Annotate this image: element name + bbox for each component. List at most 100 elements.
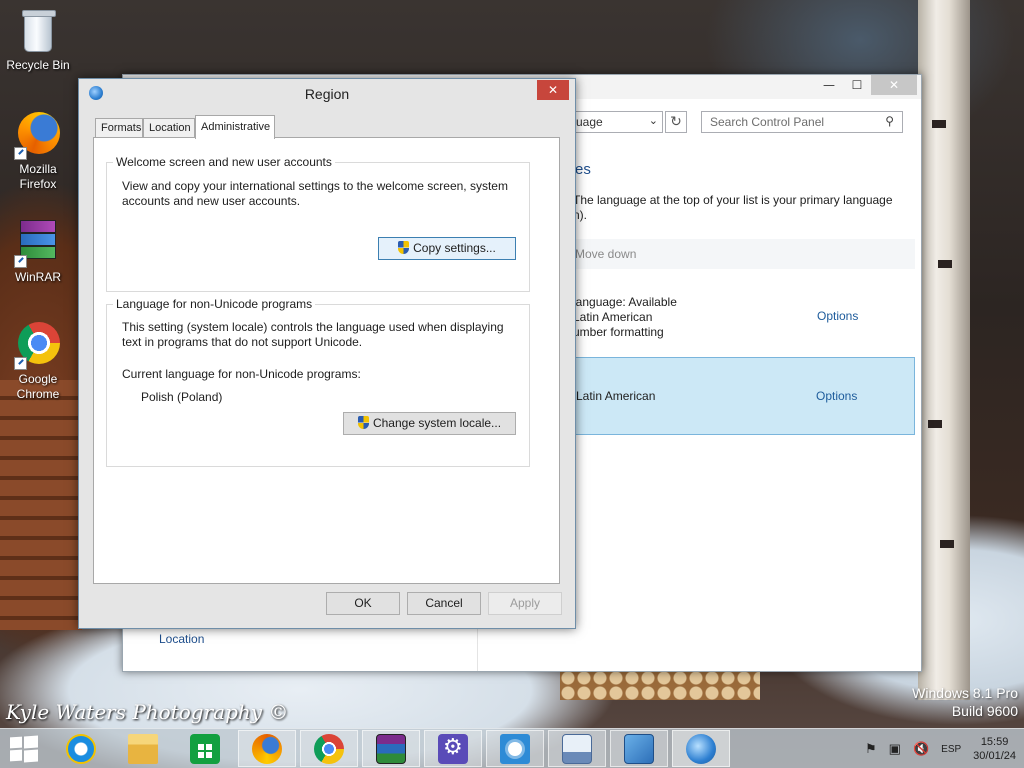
desktop-icon-chrome[interactable]: Google Chrome: [0, 320, 76, 402]
clock-date: 30/01/24: [973, 750, 1016, 762]
os-edition: Windows 8.1 Pro: [912, 685, 1018, 701]
apply-button[interactable]: Apply: [488, 592, 562, 615]
desktop-icon-firefox[interactable]: Mozilla Firefox: [0, 110, 76, 192]
region-dialog[interactable]: Region ✕ Formats Location Administrative…: [78, 78, 576, 629]
file-explorer-icon: [128, 733, 158, 764]
language-detail: Latin American: [573, 310, 653, 324]
language-list-item-selected[interactable]: Latin American Options: [571, 357, 915, 435]
change-system-locale-button[interactable]: Change system locale...: [343, 412, 516, 435]
close-button[interactable]: ✕: [871, 75, 917, 95]
group-legend: Language for non-Unicode programs: [113, 297, 316, 311]
taskbar-control-panel[interactable]: [610, 730, 668, 767]
description-line: The language at the top of your list is …: [573, 193, 893, 207]
internet-explorer-icon: [66, 733, 96, 764]
search-icon[interactable]: ⚲: [885, 114, 894, 128]
desktop-icon-recycle-bin[interactable]: Recycle Bin: [0, 6, 76, 73]
maximize-button[interactable]: ☐: [843, 75, 871, 95]
page-description: The language at the top of your list is …: [573, 193, 913, 223]
taskbar-on-screen-keyboard[interactable]: [548, 730, 606, 767]
clock-time: 15:59: [980, 736, 1009, 748]
region-icon: [686, 733, 716, 764]
language-detail: umber formatting: [573, 325, 664, 339]
description-line: n).: [573, 208, 588, 222]
desktop-icon-label: Google Chrome: [16, 372, 60, 401]
non-unicode-group: Language for non-Unicode programs This s…: [106, 297, 530, 467]
start-button[interactable]: [10, 735, 38, 763]
desktop-icon-label: Recycle Bin: [6, 58, 70, 72]
group-description: View and copy your international setting…: [122, 179, 508, 208]
taskbar-store[interactable]: [176, 730, 234, 767]
desktop-icon-label: WinRAR: [14, 270, 61, 284]
tab-location[interactable]: Location: [143, 118, 195, 138]
on-screen-keyboard-icon: [562, 733, 592, 764]
copy-settings-button[interactable]: Copy settings...: [378, 237, 516, 260]
taskbar-settings[interactable]: [424, 730, 482, 767]
wallpaper-birch-tree: [918, 0, 970, 700]
taskbar-weather[interactable]: [486, 730, 544, 767]
tab-formats[interactable]: Formats: [95, 118, 143, 138]
current-locale-value: Polish (Poland): [141, 390, 223, 404]
desktop-icon-winrar[interactable]: WinRAR: [0, 218, 76, 285]
language-detail: language: Available: [573, 295, 677, 309]
breadcrumb-dropdown[interactable]: uage ⌄: [571, 111, 663, 133]
os-build: Build 9600: [951, 703, 1018, 719]
firefox-icon: [14, 110, 62, 160]
taskbar-region[interactable]: [672, 730, 730, 767]
cancel-button[interactable]: Cancel: [407, 592, 481, 615]
page-title: es: [575, 161, 591, 178]
taskbar-chrome[interactable]: [300, 730, 358, 767]
winrar-icon: [14, 218, 62, 268]
system-tray: ⚑ ▣ 🔇 ESP 15:59 30/01/24: [865, 729, 1016, 768]
button-label: Copy settings...: [413, 241, 496, 255]
shortcut-arrow-icon: [14, 147, 27, 160]
wallpaper-woodpile: [560, 670, 760, 700]
network-icon[interactable]: ▣: [889, 741, 901, 757]
uac-shield-icon: [357, 416, 369, 429]
group-legend: Welcome screen and new user accounts: [113, 155, 335, 169]
action-center-flag-icon[interactable]: ⚑: [865, 741, 877, 757]
recycle-bin-icon: [14, 6, 62, 54]
tab-administrative[interactable]: Administrative: [195, 115, 275, 139]
photo-watermark: Kyle Waters Photography ©: [6, 700, 289, 724]
taskbar-firefox[interactable]: [238, 730, 296, 767]
chrome-icon: [14, 320, 62, 370]
administrative-tab-page: Welcome screen and new user accounts Vie…: [93, 137, 560, 584]
button-label: Change system locale...: [372, 416, 502, 430]
dialog-title: Region: [304, 86, 350, 102]
search-input[interactable]: Search Control Panel ⚲: [701, 111, 903, 133]
welcome-screen-group: Welcome screen and new user accounts Vie…: [106, 155, 530, 292]
winrar-icon: [376, 733, 406, 764]
shortcut-arrow-icon: [14, 357, 27, 370]
volume-muted-icon[interactable]: 🔇: [913, 741, 929, 757]
ok-button[interactable]: OK: [326, 592, 400, 615]
language-options-link[interactable]: Options: [817, 309, 858, 324]
dialog-close-button[interactable]: ✕: [537, 80, 569, 100]
shortcut-arrow-icon: [14, 255, 27, 268]
clock[interactable]: 15:59 30/01/24: [973, 735, 1016, 763]
uac-shield-icon: [398, 241, 410, 254]
windows-version-text: Windows 8.1 Pro Build 9600: [912, 684, 1018, 720]
dialog-titlebar[interactable]: Region ✕: [79, 79, 575, 109]
current-locale-label: Current language for non-Unicode program…: [122, 367, 361, 381]
language-toolbar: Move down: [573, 239, 915, 269]
chevron-down-icon: ⌄: [648, 115, 658, 127]
language-options-link[interactable]: Options: [816, 389, 857, 404]
search-placeholder: Search Control Panel: [710, 115, 825, 129]
input-language-indicator[interactable]: ESP: [941, 744, 961, 755]
weather-icon: [500, 733, 530, 764]
taskbar-winrar[interactable]: [362, 730, 420, 767]
group-description: This setting (system locale) controls th…: [122, 320, 504, 349]
taskbar-file-explorer[interactable]: [114, 730, 172, 767]
store-icon: [190, 733, 220, 764]
refresh-icon[interactable]: ↻: [665, 111, 687, 133]
breadcrumb-text: uage: [576, 115, 603, 129]
sidebar-link-location[interactable]: Location: [159, 632, 204, 646]
move-down-button[interactable]: Move down: [575, 247, 636, 261]
control-panel-icon: [624, 733, 654, 764]
language-list-item[interactable]: language: Available Latin American umber…: [573, 295, 915, 357]
minimize-button[interactable]: —: [815, 75, 843, 95]
settings-icon: [438, 733, 468, 764]
taskbar-internet-explorer[interactable]: [52, 730, 110, 767]
desktop-icon-label: Mozilla Firefox: [19, 162, 57, 191]
chrome-icon: [314, 733, 344, 764]
